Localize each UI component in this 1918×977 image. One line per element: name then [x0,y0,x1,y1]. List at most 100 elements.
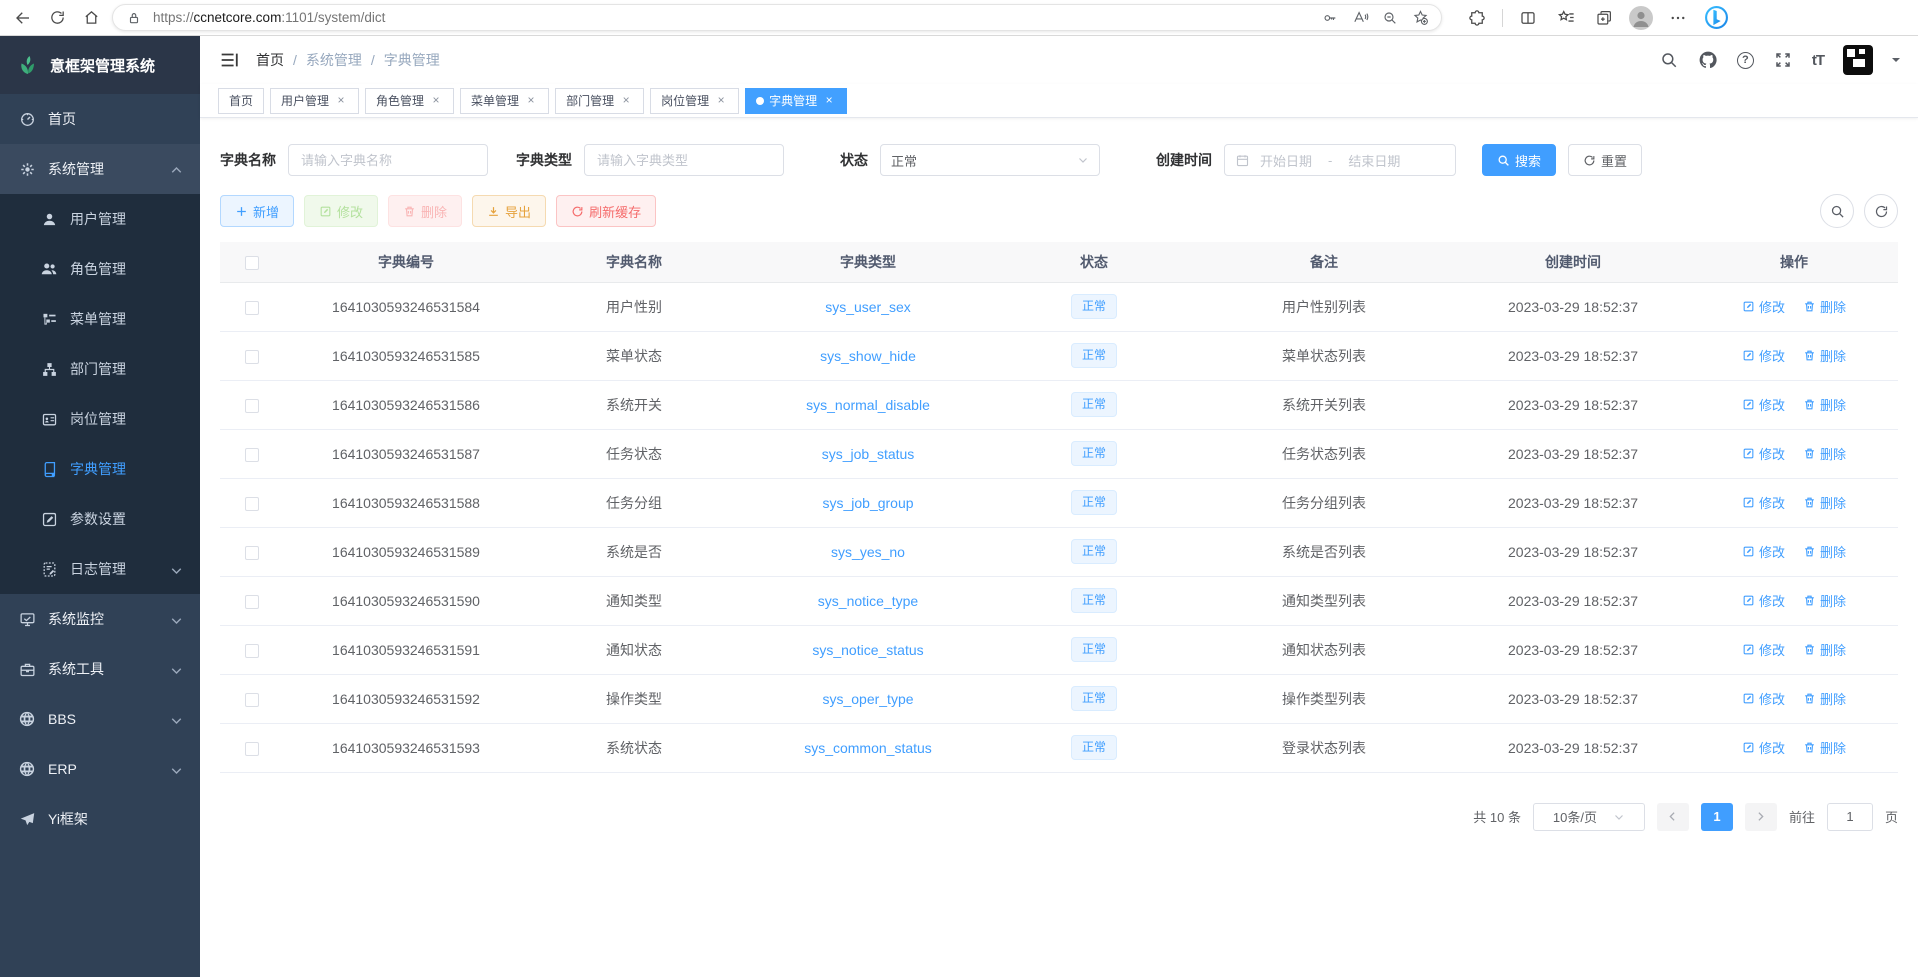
tab-close-icon[interactable]: × [429,94,443,108]
sidebar-item-param[interactable]: 参数设置 [0,494,200,544]
tab-dict[interactable]: 字典管理× [745,88,847,114]
dict-type-link[interactable]: sys_notice_status [812,642,923,658]
sidebar-item-post[interactable]: 岗位管理 [0,394,200,444]
refresh-cache-button[interactable]: 刷新缓存 [556,195,656,227]
sidebar-item-tool[interactable]: 系统工具 [0,644,200,694]
help-icon[interactable]: ? [1737,52,1754,69]
current-page-button[interactable]: 1 [1701,803,1733,831]
row-delete-link[interactable]: 删除 [1803,640,1846,659]
toggle-search-button[interactable] [1820,194,1854,228]
row-edit-link[interactable]: 修改 [1742,493,1785,512]
sidebar-item-menu[interactable]: 菜单管理 [0,294,200,344]
goto-page-input[interactable] [1827,803,1873,831]
row-checkbox[interactable] [245,595,259,609]
row-delete-link[interactable]: 删除 [1803,542,1846,561]
chevron-down-icon[interactable] [1892,58,1900,66]
row-checkbox[interactable] [245,497,259,511]
tab-menu[interactable]: 菜单管理× [460,88,549,114]
row-delete-link[interactable]: 删除 [1803,297,1846,316]
zoom-out-icon[interactable] [1379,7,1401,29]
tab-close-icon[interactable]: × [714,94,728,108]
row-delete-link[interactable]: 删除 [1803,346,1846,365]
dict-name-input[interactable] [288,144,488,176]
delete-button[interactable]: 删除 [388,195,462,227]
dict-type-link[interactable]: sys_user_sex [825,299,911,315]
browser-profile-avatar[interactable] [1629,6,1653,30]
dict-type-link[interactable]: sys_show_hide [820,348,916,364]
row-delete-link[interactable]: 删除 [1803,738,1846,757]
tab-close-icon[interactable]: × [334,94,348,108]
dict-type-input[interactable] [584,144,784,176]
edit-button[interactable]: 修改 [304,195,378,227]
sidebar-item-monitor[interactable]: 系统监控 [0,594,200,644]
dict-type-link[interactable]: sys_oper_type [822,691,913,707]
sidebar-item-system[interactable]: 系统管理 [0,144,200,194]
address-bar[interactable]: https://ccnetcore.com:1101/system/dict [112,4,1442,31]
sidebar-item-yi[interactable]: Yi框架 [0,794,200,844]
row-checkbox[interactable] [245,644,259,658]
dict-type-link[interactable]: sys_notice_type [818,593,918,609]
read-aloud-icon[interactable] [1349,7,1371,29]
tab-role[interactable]: 角色管理× [365,88,454,114]
row-delete-link[interactable]: 删除 [1803,395,1846,414]
sidebar-collapse-icon[interactable] [218,49,240,71]
row-edit-link[interactable]: 修改 [1742,395,1785,414]
row-edit-link[interactable]: 修改 [1742,689,1785,708]
row-delete-link[interactable]: 删除 [1803,493,1846,512]
row-checkbox[interactable] [245,546,259,560]
search-button[interactable]: 搜索 [1482,144,1556,176]
row-checkbox[interactable] [245,399,259,413]
row-checkbox[interactable] [245,742,259,756]
page-size-select[interactable]: 10条/页 [1533,803,1645,831]
refresh-icon[interactable] [44,5,70,31]
refresh-table-button[interactable] [1864,194,1898,228]
row-delete-link[interactable]: 删除 [1803,591,1846,610]
row-edit-link[interactable]: 修改 [1742,297,1785,316]
dict-type-link[interactable]: sys_job_group [822,495,913,511]
password-key-icon[interactable] [1319,7,1341,29]
export-button[interactable]: 导出 [472,195,546,227]
collections-icon[interactable] [1591,5,1617,31]
row-edit-link[interactable]: 修改 [1742,591,1785,610]
sidebar-item-dept[interactable]: 部门管理 [0,344,200,394]
row-checkbox[interactable] [245,301,259,315]
sidebar-item-role[interactable]: 角色管理 [0,244,200,294]
row-edit-link[interactable]: 修改 [1742,444,1785,463]
favorites-bar-icon[interactable] [1553,5,1579,31]
row-checkbox[interactable] [245,693,259,707]
tab-home[interactable]: 首页 [218,88,264,114]
extensions-icon[interactable] [1464,5,1490,31]
sidebar-item-erp[interactable]: ERP [0,744,200,794]
row-edit-link[interactable]: 修改 [1742,738,1785,757]
tab-close-icon[interactable]: × [524,94,538,108]
dict-type-link[interactable]: sys_normal_disable [806,397,930,413]
back-icon[interactable] [10,5,36,31]
row-delete-link[interactable]: 删除 [1803,689,1846,708]
tab-post[interactable]: 岗位管理× [650,88,739,114]
row-edit-link[interactable]: 修改 [1742,640,1785,659]
select-all-checkbox[interactable] [245,256,259,270]
home-icon[interactable] [78,5,104,31]
github-icon[interactable] [1698,50,1718,70]
breadcrumb-home[interactable]: 首页 [256,50,284,70]
row-checkbox[interactable] [245,448,259,462]
next-page-button[interactable] [1745,803,1777,831]
split-screen-icon[interactable] [1515,5,1541,31]
sidebar-item-bbs[interactable]: BBS [0,694,200,744]
status-select[interactable]: 正常 [880,144,1100,176]
more-options-icon[interactable] [1665,5,1691,31]
tab-close-icon[interactable]: × [822,94,836,108]
dict-type-link[interactable]: sys_job_status [822,446,915,462]
reset-button[interactable]: 重置 [1568,144,1642,176]
date-range-picker[interactable]: 开始日期 - 结束日期 [1224,144,1456,176]
dict-type-link[interactable]: sys_yes_no [831,544,905,560]
user-avatar[interactable] [1843,45,1873,75]
bing-copilot-icon[interactable] [1703,5,1729,31]
fullscreen-icon[interactable] [1773,50,1793,70]
row-edit-link[interactable]: 修改 [1742,346,1785,365]
dict-type-link[interactable]: sys_common_status [804,740,932,756]
sidebar-item-user[interactable]: 用户管理 [0,194,200,244]
tab-dept[interactable]: 部门管理× [555,88,644,114]
sidebar-item-home[interactable]: 首页 [0,94,200,144]
add-button[interactable]: 新增 [220,195,294,227]
